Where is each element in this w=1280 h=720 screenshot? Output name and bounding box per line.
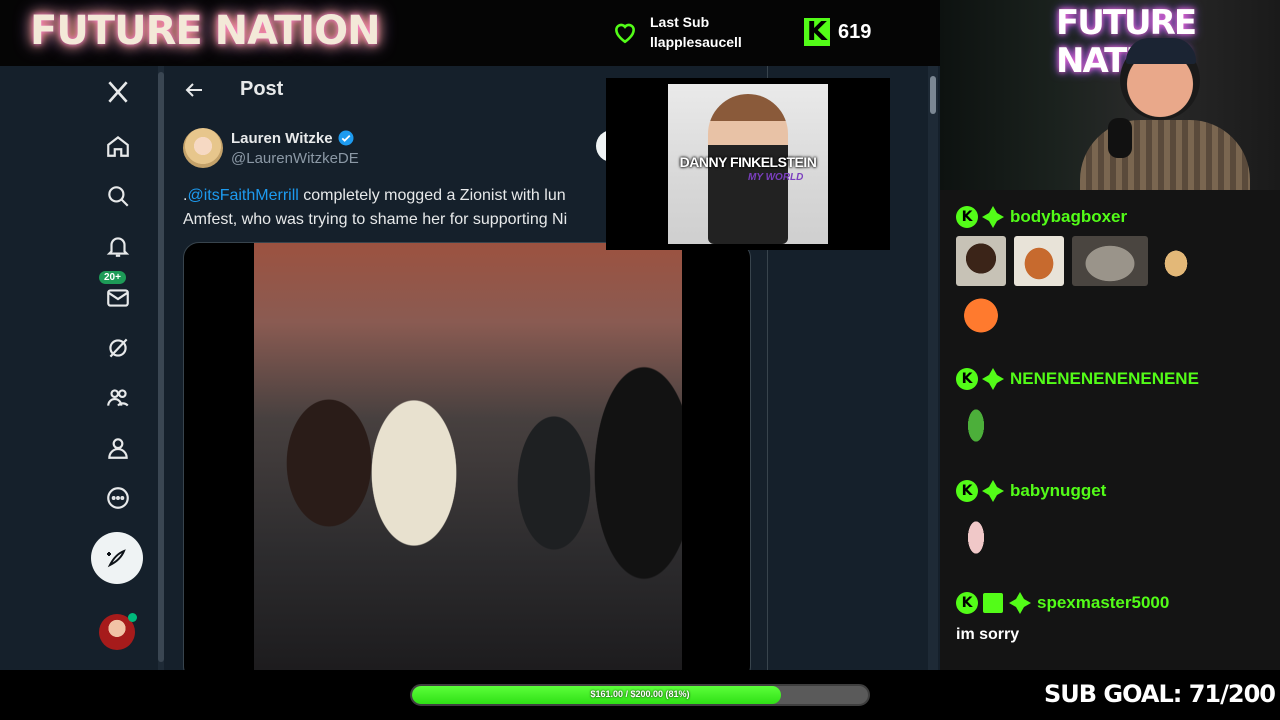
sub-badge-icon [1009, 592, 1031, 614]
now-playing-overlay: DANNY FINKELSTEIN MY WORLD [606, 78, 890, 250]
tweet-mention-link[interactable]: @itsFaithMerrill [187, 187, 298, 204]
x-logo-icon[interactable] [92, 70, 144, 114]
webcam-feed: FUTURE NATION [940, 0, 1280, 190]
back-arrow-icon [185, 83, 202, 97]
sub-goal-text: SUB GOAL: 71/200 [1044, 680, 1276, 708]
heart-icon [615, 23, 635, 44]
last-sub-label: Last Sub [650, 14, 710, 30]
author-avatar[interactable] [183, 128, 223, 168]
viewer-count: 619 [838, 20, 872, 43]
tweet-text-line1: completely mogged a Zionist with lun [298, 187, 566, 204]
nav-scrollbar[interactable] [158, 66, 164, 670]
page-title: Post [240, 78, 284, 100]
author-name-row[interactable]: Lauren Witzke [231, 129, 355, 147]
last-sub-user: llapplesaucell [650, 34, 742, 50]
sub-badge-icon [982, 206, 1004, 228]
messages-icon[interactable]: 20+ [92, 270, 144, 320]
notifications-icon[interactable] [92, 224, 144, 268]
dog-emote [956, 236, 1006, 286]
x-sidebar-nav: 20+ [90, 66, 146, 670]
gift-badge-icon [983, 593, 1003, 613]
chat-message: K spexmaster5000 im sorry [956, 590, 1266, 644]
online-status-dot [128, 613, 137, 622]
streamer-panel: FUTURE NATION K bodybagboxer K NENENENEN… [940, 0, 1280, 670]
peach-emote [956, 288, 1006, 338]
frog-dance-emote [956, 398, 996, 448]
stream-layout: FUTURE NATION Last Sub llapplesaucell K … [0, 0, 1280, 720]
author-name[interactable]: Lauren Witzke [231, 130, 333, 147]
tweet-text-line2: Amfest, who was trying to shame her for … [183, 211, 568, 228]
communities-icon[interactable] [92, 376, 144, 420]
kick-viewer-count: K 619 [804, 18, 871, 46]
kick-badge-icon: K [956, 368, 978, 390]
back-button[interactable] [182, 78, 206, 102]
album-artist: DANNY FINKELSTEIN [679, 154, 817, 170]
album-art: DANNY FINKELSTEIN MY WORLD [668, 84, 828, 244]
verified-badge-icon [338, 130, 354, 146]
stream-top-bar: FUTURE NATION Last Sub llapplesaucell K … [0, 0, 940, 66]
squirrel-emote [1014, 236, 1064, 286]
chat-username[interactable]: spexmaster5000 [1037, 593, 1169, 613]
chat-username[interactable]: NENENENENENENENE [1010, 369, 1199, 389]
donation-goal-label: $161.00 / $200.00 (81%) [590, 689, 690, 699]
grok-icon[interactable] [92, 326, 144, 370]
messages-badge: 20+ [98, 270, 127, 285]
chat-username[interactable]: bodybagboxer [1010, 207, 1127, 227]
chat-username[interactable]: babynugget [1010, 481, 1106, 501]
cat-emote [1072, 236, 1148, 286]
donation-goal-bar: $161.00 / $200.00 (81%) [410, 684, 870, 706]
hamster-dance-emote [956, 510, 996, 560]
author-handle[interactable]: @LaurenWitzkeDE [231, 150, 359, 167]
quill-icon [107, 549, 126, 568]
chat-message: K babynugget [956, 478, 1266, 560]
microphone-icon [1108, 118, 1132, 158]
compose-post-button[interactable] [91, 532, 143, 584]
more-icon[interactable] [92, 476, 144, 520]
kick-badge-icon: K [956, 480, 978, 502]
page-scrollbar[interactable] [928, 66, 938, 670]
home-icon[interactable] [92, 124, 144, 168]
kick-badge-icon: K [956, 592, 978, 614]
chat-message: K bodybagboxer [956, 204, 1266, 338]
explore-icon[interactable] [92, 174, 144, 218]
chat-message: K NENENENENENENENE [956, 366, 1266, 448]
sub-badge-icon [982, 368, 1004, 390]
tweet-video[interactable] [183, 242, 751, 670]
stream-bottom-bar: $161.00 / $200.00 (81%) SUB GOAL: 71/200 [0, 670, 1280, 720]
kick-logo-icon: K [804, 18, 830, 46]
profile-icon[interactable] [92, 426, 144, 470]
kick-badge-icon: K [956, 206, 978, 228]
streamer-shirt [1080, 120, 1250, 190]
album-title: MY WORLD [748, 172, 804, 183]
doge-emote [1156, 236, 1196, 286]
brand-title: FUTURE NATION [30, 8, 381, 54]
chat-message-text: im sorry [956, 626, 1020, 643]
last-sub-widget: Last Sub llapplesaucell [612, 12, 742, 52]
sub-badge-icon [982, 480, 1004, 502]
video-frame [254, 243, 682, 670]
streamer-cap [1126, 38, 1196, 64]
